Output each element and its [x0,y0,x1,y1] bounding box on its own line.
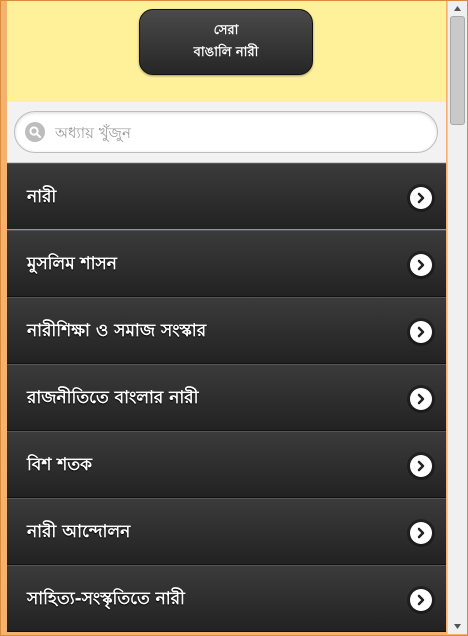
search-input[interactable] [53,118,427,148]
scrollbar-thumb[interactable] [450,16,465,125]
app-viewport: সেরা বাঙালি নারী নারী [7,1,446,632]
chapter-label: মুসলিম শাসন [27,254,117,274]
chapter-item-2[interactable]: নারীশিক্ষা ও সমাজ সংস্কার [7,297,446,364]
chapter-label: নারী আন্দোলন [27,522,131,542]
chevron-right-icon [410,187,432,209]
search-box[interactable] [14,111,438,153]
search-bar [7,102,446,163]
chevron-right-icon [410,455,432,477]
chapter-item-0[interactable]: নারী [7,163,446,230]
chevron-right-icon [410,522,432,544]
vertical-scrollbar[interactable] [447,1,467,634]
app-window-frame: সেরা বাঙালি নারী নারী [0,0,468,636]
scroll-down-arrow-icon[interactable] [452,620,463,632]
chapter-label: সাহিত্য-সংস্কৃতিতে নারী [27,589,185,609]
app-title-line1: সেরা [213,23,239,38]
chevron-right-icon [410,388,432,410]
chevron-right-icon [410,254,432,276]
chapter-item-1[interactable]: মুসলিম শাসন [7,230,446,297]
chapter-item-6[interactable]: সাহিত্য-সংস্কৃতিতে নারী [7,565,446,632]
scroll-up-arrow-icon[interactable] [452,3,463,15]
chapter-item-3[interactable]: রাজনীতিতে বাংলার নারী [7,364,446,431]
app-title-line2: বাঙালি নারী [193,45,259,60]
chapter-label: নারীশিক্ষা ও সমাজ সংস্কার [27,321,207,341]
chapter-item-5[interactable]: নারী আন্দোলন [7,498,446,565]
chapter-label: নারী [27,187,57,207]
chevron-right-icon [410,321,432,343]
app-title-badge: সেরা বাঙালি নারী [139,9,313,75]
chapter-item-4[interactable]: বিশ শতক [7,431,446,498]
chapter-label: বিশ শতক [27,455,93,475]
chapter-list: নারী মুসলিম শাসন নারীশিক্ষা ও সমাজ সংস্ক… [7,163,446,632]
header: সেরা বাঙালি নারী [7,1,446,103]
chapter-label: রাজনীতিতে বাংলার নারী [27,388,199,408]
search-icon [25,122,45,142]
chevron-right-icon [410,589,432,611]
